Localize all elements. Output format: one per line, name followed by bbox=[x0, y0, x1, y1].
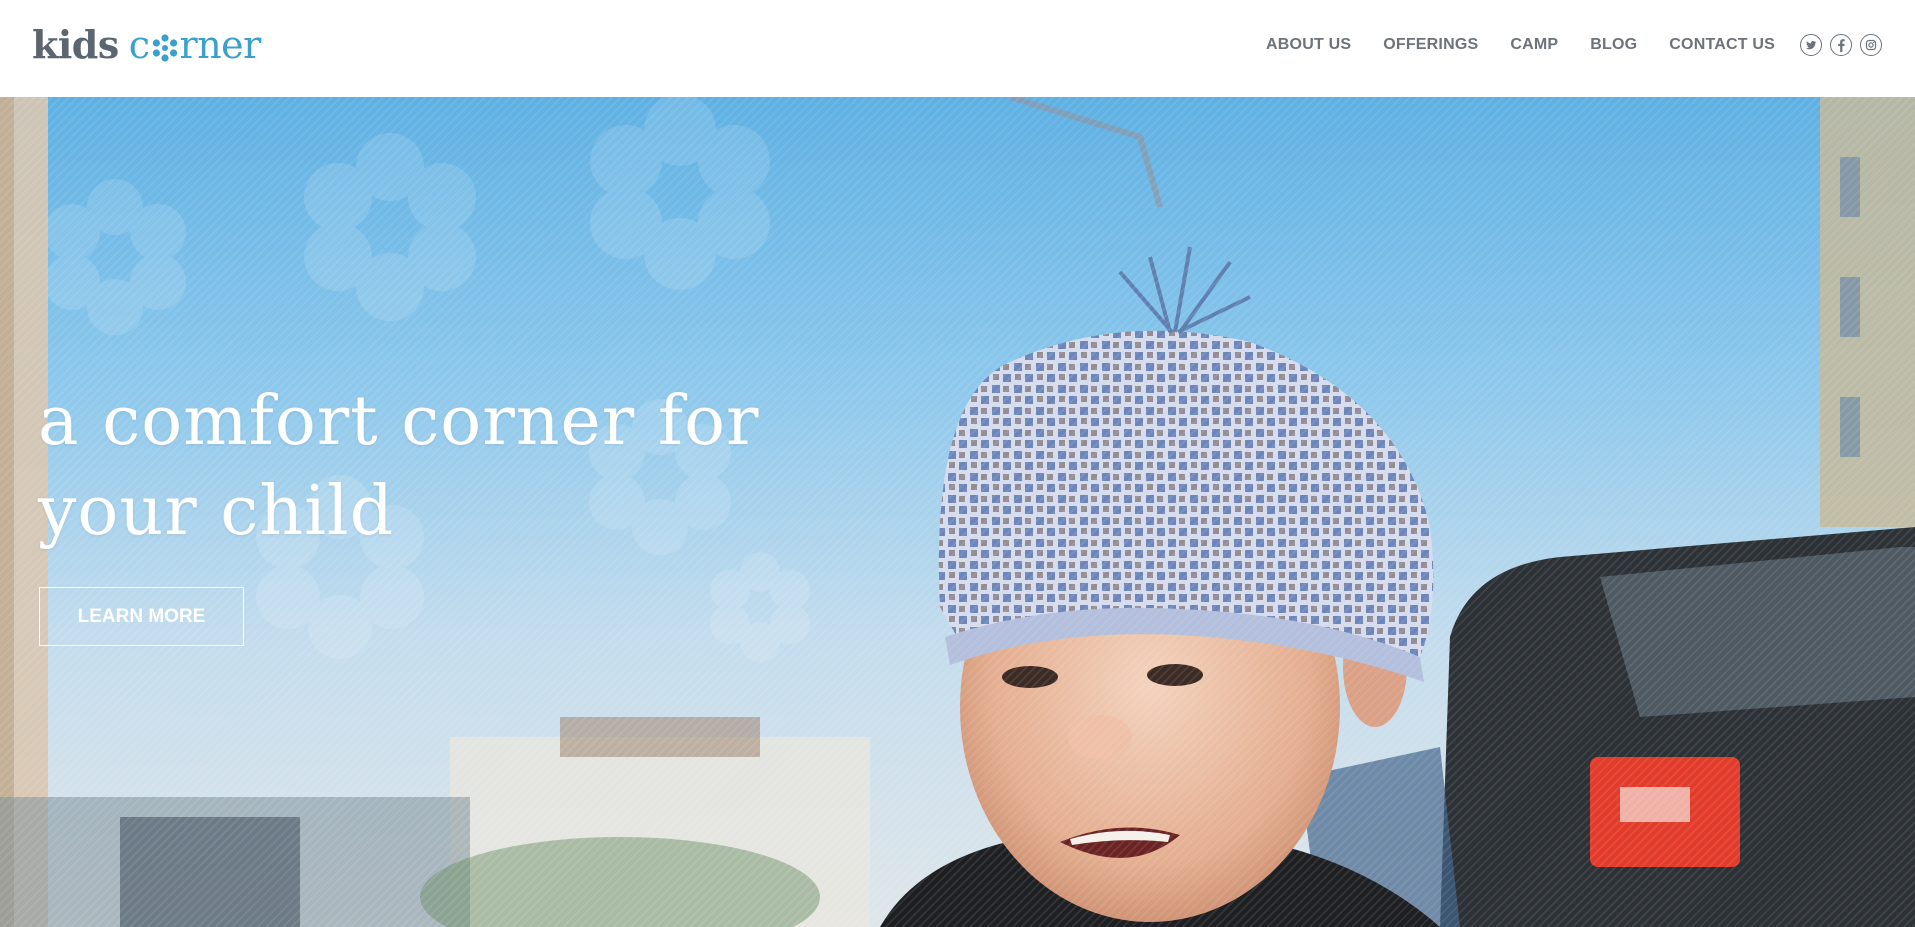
facebook-icon[interactable] bbox=[1830, 34, 1852, 56]
nav-item-about-us[interactable]: ABOUT US bbox=[1266, 33, 1351, 57]
nav-item-blog[interactable]: BLOG bbox=[1590, 33, 1637, 57]
social-links bbox=[1800, 34, 1882, 56]
nav-item-camp[interactable]: CAMP bbox=[1510, 33, 1558, 57]
hero-banner: a comfort corner for your child LEARN MO… bbox=[0, 97, 1915, 927]
site-logo[interactable]: kids c rner bbox=[32, 22, 261, 68]
logo-c-text: c bbox=[128, 23, 150, 67]
logo-rner-text: rner bbox=[179, 23, 262, 67]
site-header: kids c rner ABOUT US OFFERINGS CAMP BLOG… bbox=[0, 0, 1915, 97]
learn-more-button[interactable]: LEARN MORE bbox=[39, 587, 244, 646]
instagram-icon[interactable] bbox=[1860, 34, 1882, 56]
flower-icon bbox=[151, 26, 179, 62]
nav-item-offerings[interactable]: OFFERINGS bbox=[1383, 33, 1478, 57]
logo-kids-text: kids bbox=[32, 22, 119, 67]
hero-headline: a comfort corner for your child bbox=[38, 382, 760, 551]
nav-item-contact-us[interactable]: CONTACT US bbox=[1669, 33, 1775, 57]
main-nav: ABOUT US OFFERINGS CAMP BLOG CONTACT US bbox=[1266, 33, 1775, 57]
twitter-icon[interactable] bbox=[1800, 34, 1822, 56]
